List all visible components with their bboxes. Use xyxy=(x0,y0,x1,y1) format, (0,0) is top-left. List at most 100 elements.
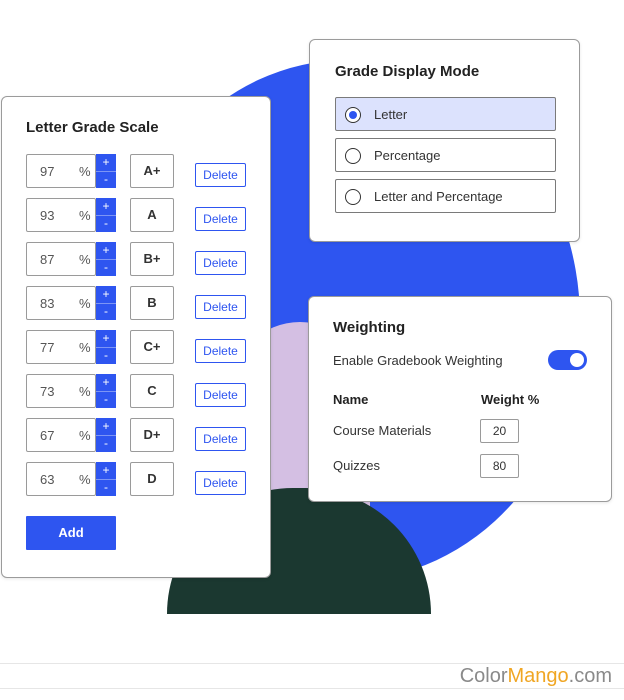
decrement-button[interactable]: - xyxy=(96,435,116,451)
grade-display-mode-title: Grade Display Mode xyxy=(335,63,480,80)
footer-divider xyxy=(0,663,624,664)
percent-sign: % xyxy=(79,164,91,179)
display-mode-label: Letter and Percentage xyxy=(374,189,503,204)
weighting-item-name: Quizzes xyxy=(333,458,380,473)
weight-column-header: Weight % xyxy=(481,392,540,407)
decrement-button[interactable]: - xyxy=(96,347,116,363)
add-grade-button[interactable]: Add xyxy=(26,516,116,550)
decrement-button[interactable]: - xyxy=(96,259,116,275)
grade-percent-input[interactable]: 77% xyxy=(26,330,96,364)
weighting-card: Weighting Enable Gradebook Weighting Nam… xyxy=(308,296,612,502)
grade-percent-stepper: + - xyxy=(96,374,116,408)
grade-percent-value: 93 xyxy=(40,208,55,223)
grade-letter-input[interactable]: B xyxy=(130,286,174,320)
grade-letter-input[interactable]: A+ xyxy=(130,154,174,188)
radio-button[interactable] xyxy=(345,189,361,205)
display-mode-option[interactable]: Letter xyxy=(335,97,556,131)
grade-letter-input[interactable]: C xyxy=(130,374,174,408)
brand-part-com: .com xyxy=(568,665,612,687)
grade-percent-value: 73 xyxy=(40,384,55,399)
grade-percent-stepper: + - xyxy=(96,242,116,276)
grade-letter-input[interactable]: A xyxy=(130,198,174,232)
grade-letter-input[interactable]: B+ xyxy=(130,242,174,276)
delete-grade-button[interactable]: Delete xyxy=(195,251,246,275)
increment-button[interactable]: + xyxy=(96,331,116,347)
delete-grade-button[interactable]: Delete xyxy=(195,295,246,319)
grade-letter-input[interactable]: D+ xyxy=(130,418,174,452)
enable-weighting-toggle[interactable] xyxy=(548,350,587,370)
delete-grade-button[interactable]: Delete xyxy=(195,163,246,187)
grade-percent-input[interactable]: 73% xyxy=(26,374,96,408)
grade-percent-stepper: + - xyxy=(96,418,116,452)
brand-part-color: Color xyxy=(459,665,508,687)
grade-percent-value: 77 xyxy=(40,340,55,355)
grade-percent-input[interactable]: 67% xyxy=(26,418,96,452)
grade-percent-stepper: + - xyxy=(96,462,116,496)
grade-percent-input[interactable]: 97% xyxy=(26,154,96,188)
radio-button[interactable] xyxy=(345,107,361,123)
increment-button[interactable]: + xyxy=(96,243,116,259)
toggle-knob xyxy=(570,353,584,367)
grade-percent-stepper: + - xyxy=(96,330,116,364)
decrement-button[interactable]: - xyxy=(96,391,116,407)
grade-percent-input[interactable]: 87% xyxy=(26,242,96,276)
decrement-button[interactable]: - xyxy=(96,479,116,495)
letter-grade-scale-title: Letter Grade Scale xyxy=(26,119,159,136)
grade-percent-stepper: + - xyxy=(96,198,116,232)
grade-percent-input[interactable]: 63% xyxy=(26,462,96,496)
grade-percent-stepper: + - xyxy=(96,154,116,188)
colormango-logo: ColorMango.com xyxy=(460,665,612,688)
grade-row: 97% + - A+ Delete xyxy=(26,154,251,188)
delete-grade-button[interactable]: Delete xyxy=(195,339,246,363)
grade-row: 67% + - D+ Delete xyxy=(26,418,251,452)
grade-percent-input[interactable]: 93% xyxy=(26,198,96,232)
footer-divider-bottom xyxy=(0,688,624,689)
percent-sign: % xyxy=(79,384,91,399)
delete-grade-button[interactable]: Delete xyxy=(195,383,246,407)
enable-weighting-label: Enable Gradebook Weighting xyxy=(333,353,503,368)
grade-percent-stepper: + - xyxy=(96,286,116,320)
brand-part-mango: Mango xyxy=(507,665,569,687)
display-mode-label: Percentage xyxy=(374,148,441,163)
decrement-button[interactable]: - xyxy=(96,303,116,319)
weight-input[interactable]: 20 xyxy=(480,419,519,443)
display-mode-option[interactable]: Percentage xyxy=(335,138,556,172)
increment-button[interactable]: + xyxy=(96,287,116,303)
grade-row: 83% + - B Delete xyxy=(26,286,251,320)
increment-button[interactable]: + xyxy=(96,155,116,171)
weighting-item-name: Course Materials xyxy=(333,423,432,438)
display-mode-label: Letter xyxy=(374,107,408,122)
percent-sign: % xyxy=(79,252,91,267)
display-mode-option[interactable]: Letter and Percentage xyxy=(335,179,556,213)
grade-letter-input[interactable]: C+ xyxy=(130,330,174,364)
grade-row: 87% + - B+ Delete xyxy=(26,242,251,276)
decrement-button[interactable]: - xyxy=(96,215,116,231)
weight-input[interactable]: 80 xyxy=(480,454,519,478)
percent-sign: % xyxy=(79,340,91,355)
weighting-title: Weighting xyxy=(333,319,406,336)
percent-sign: % xyxy=(79,472,91,487)
grade-percent-value: 67 xyxy=(40,428,55,443)
grade-row: 77% + - C+ Delete xyxy=(26,330,251,364)
delete-grade-button[interactable]: Delete xyxy=(195,471,246,495)
delete-grade-button[interactable]: Delete xyxy=(195,207,246,231)
radio-button[interactable] xyxy=(345,148,361,164)
grade-percent-input[interactable]: 83% xyxy=(26,286,96,320)
grade-percent-value: 87 xyxy=(40,252,55,267)
grade-display-mode-card: Grade Display Mode Letter Percentage Lette… xyxy=(309,39,580,242)
percent-sign: % xyxy=(79,296,91,311)
grade-row: 63% + - D Delete xyxy=(26,462,251,496)
delete-grade-button[interactable]: Delete xyxy=(195,427,246,451)
grade-letter-input[interactable]: D xyxy=(130,462,174,496)
grade-percent-value: 97 xyxy=(40,164,55,179)
grade-row: 93% + - A Delete xyxy=(26,198,251,232)
decrement-button[interactable]: - xyxy=(96,171,116,187)
increment-button[interactable]: + xyxy=(96,463,116,479)
letter-grade-scale-card: Letter Grade Scale 97% + - A+ Delete 93% + - A De… xyxy=(1,96,271,578)
increment-button[interactable]: + xyxy=(96,199,116,215)
percent-sign: % xyxy=(79,208,91,223)
grade-row: 73% + - C Delete xyxy=(26,374,251,408)
increment-button[interactable]: + xyxy=(96,375,116,391)
increment-button[interactable]: + xyxy=(96,419,116,435)
name-column-header: Name xyxy=(333,392,369,407)
